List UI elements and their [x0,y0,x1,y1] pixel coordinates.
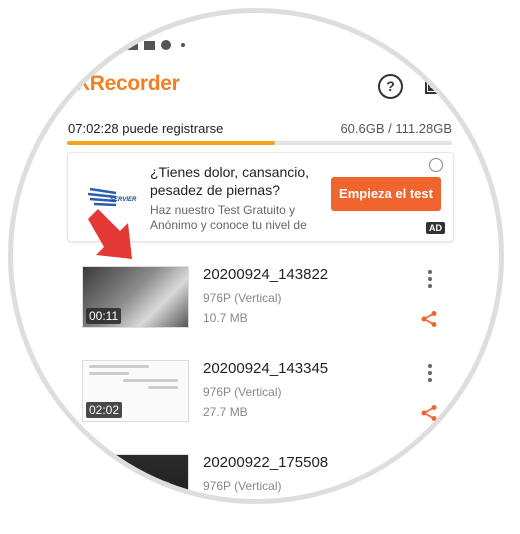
ad-title: ¿Tienes dolor, cansancio, pesadez de pie… [150,164,310,198]
video-item[interactable]: 02:02 20200924_143345 976P (Vertical) 27… [82,360,452,440]
help-icon[interactable]: ? [378,74,403,99]
screen: XRecorder ? 07:02:28 puede registrarse 6… [0,0,520,520]
video-resolution: 976P (Vertical) [203,385,282,399]
video-item[interactable]: 00:11 20200924_143822 976P (Vertical) 10… [82,266,452,346]
storage-progress-bar [67,141,452,145]
camera-icon [144,40,155,50]
ad-cta-button[interactable]: Empieza el test [331,177,441,211]
wifi-icon [392,38,406,48]
ad-brand: SERVIER [110,197,137,203]
storage-remaining-time: 07:02:28 puede registrarse [68,121,224,136]
more-options-icon[interactable] [427,364,433,384]
video-title: 20200924_143345 [203,360,329,377]
storage-progress-fill [67,141,275,145]
video-item[interactable]: 20200922_175508 976P (Vertical) 4.1 MB [82,454,452,534]
facebook-icon [161,40,171,50]
video-thumbnail[interactable]: 00:11 [82,266,189,328]
video-size: 4.1 MB [203,499,242,513]
app-icon [138,481,152,495]
image-icon [127,40,138,50]
status-bar [127,40,185,50]
notification-dot-icon [181,43,185,47]
more-options-icon[interactable] [427,458,433,478]
red-arrow-icon [88,209,132,259]
app-name: Recorder [89,72,180,95]
ad-description: Haz nuestro Test Gratuito y Anónimo y co… [150,203,307,232]
video-size: 27.7 MB [203,405,248,419]
video-duration: 00:11 [86,308,122,324]
video-title: 20200922_175508 [203,454,329,471]
video-thumbnail[interactable]: 02:02 [82,360,189,422]
video-resolution: 976P (Vertical) [203,291,282,305]
app-logo: XRecorder [76,72,180,95]
share-icon[interactable] [420,404,438,422]
video-title: 20200924_143822 [203,266,329,283]
video-duration: 02:02 [86,402,123,418]
gallery-icon[interactable] [425,74,445,94]
share-icon[interactable] [420,310,438,328]
video-resolution: 976P (Vertical) [203,479,282,493]
ad-badge: AD [426,222,445,234]
video-size: 10.7 MB [203,311,248,325]
video-thumbnail[interactable] [82,454,189,516]
more-options-icon[interactable] [427,270,433,290]
ad-info-icon[interactable] [429,158,443,172]
app-icon [158,481,172,495]
storage-size: 60.6GB / 111.28GB [340,121,452,136]
